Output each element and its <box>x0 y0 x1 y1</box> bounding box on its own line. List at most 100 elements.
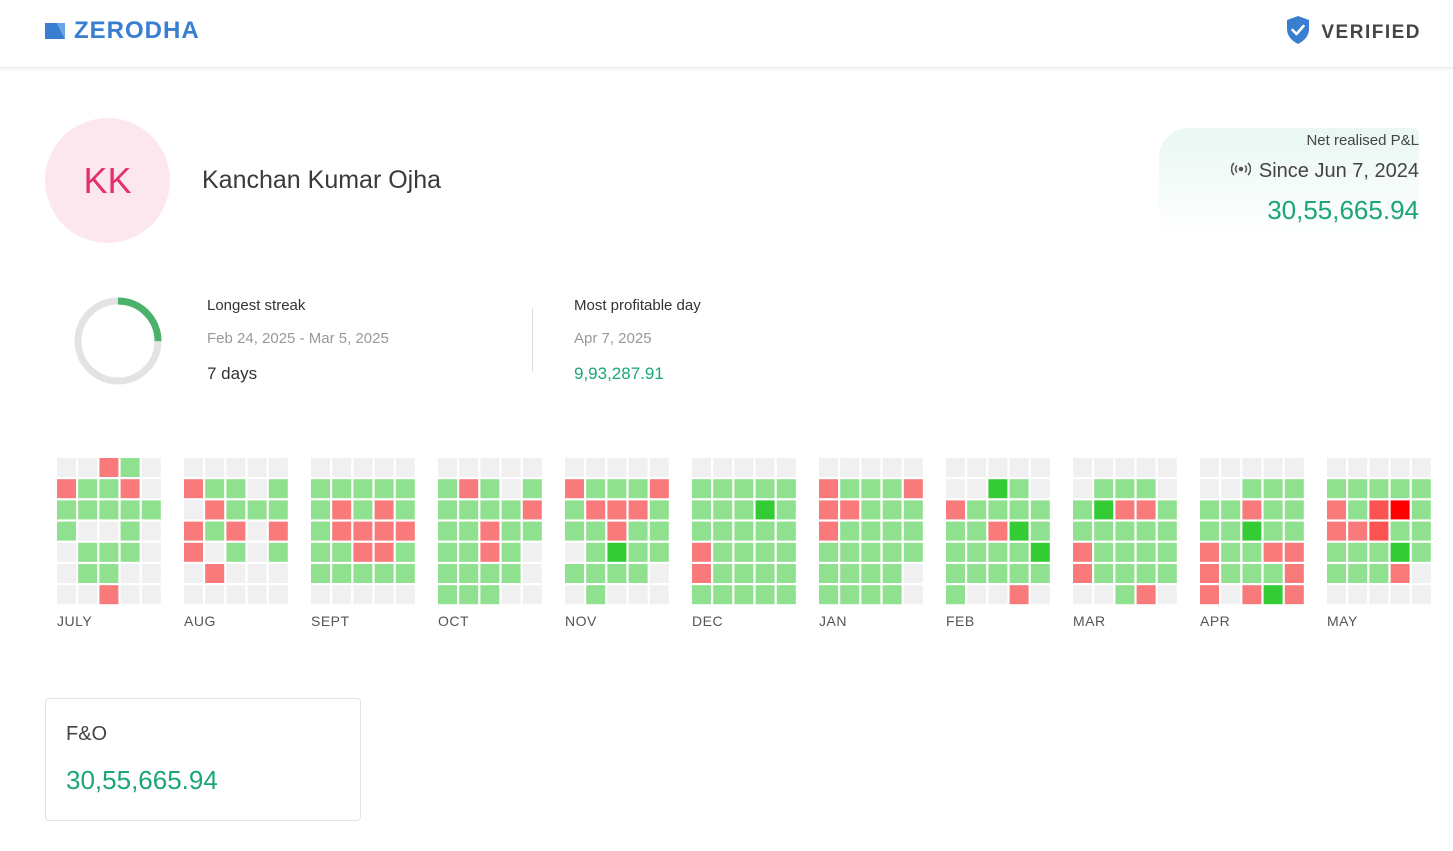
heatmap-day-cell[interactable] <box>565 500 584 520</box>
heatmap-day-cell[interactable] <box>226 564 246 583</box>
heatmap-day-cell[interactable] <box>1009 585 1029 605</box>
heatmap-day-cell[interactable] <box>353 564 373 583</box>
heatmap-day-cell[interactable] <box>1073 500 1092 520</box>
heatmap-day-cell[interactable] <box>480 479 500 499</box>
heatmap-day-cell[interactable] <box>586 500 606 520</box>
heatmap-day-cell[interactable] <box>1115 458 1135 477</box>
heatmap-day-cell[interactable] <box>1348 521 1368 541</box>
heatmap-day-cell[interactable] <box>1263 479 1283 499</box>
heatmap-day-cell[interactable] <box>205 479 225 499</box>
heatmap-day-cell[interactable] <box>713 521 733 541</box>
heatmap-day-cell[interactable] <box>141 479 161 499</box>
heatmap-day-cell[interactable] <box>1136 458 1156 477</box>
heatmap-day-cell[interactable] <box>1369 479 1389 499</box>
heatmap-day-cell[interactable] <box>649 564 669 583</box>
heatmap-day-cell[interactable] <box>1157 458 1177 477</box>
heatmap-day-cell[interactable] <box>755 479 775 499</box>
heatmap-day-cell[interactable] <box>459 500 479 520</box>
heatmap-day-cell[interactable] <box>692 479 711 499</box>
heatmap-day-cell[interactable] <box>946 542 965 562</box>
heatmap-day-cell[interactable] <box>967 500 987 520</box>
heatmap-day-cell[interactable] <box>819 542 838 562</box>
heatmap-day-cell[interactable] <box>480 542 500 562</box>
heatmap-day-cell[interactable] <box>734 500 754 520</box>
heatmap-day-cell[interactable] <box>374 542 394 562</box>
heatmap-day-cell[interactable] <box>57 542 76 562</box>
heatmap-day-cell[interactable] <box>1094 479 1114 499</box>
segment-card-fo[interactable]: F&O 30,55,665.94 <box>45 698 361 821</box>
heatmap-day-cell[interactable] <box>840 542 860 562</box>
heatmap-day-cell[interactable] <box>395 521 415 541</box>
heatmap-day-cell[interactable] <box>480 458 500 477</box>
heatmap-day-cell[interactable] <box>522 479 542 499</box>
heatmap-day-cell[interactable] <box>734 458 754 477</box>
heatmap-day-cell[interactable] <box>882 564 902 583</box>
heatmap-day-cell[interactable] <box>1030 564 1050 583</box>
heatmap-day-cell[interactable] <box>565 458 584 477</box>
heatmap-day-cell[interactable] <box>353 521 373 541</box>
heatmap-day-cell[interactable] <box>967 564 987 583</box>
heatmap-day-cell[interactable] <box>1221 585 1241 605</box>
heatmap-day-cell[interactable] <box>1136 564 1156 583</box>
heatmap-day-cell[interactable] <box>78 585 98 605</box>
heatmap-day-cell[interactable] <box>1094 585 1114 605</box>
heatmap-day-cell[interactable] <box>607 458 627 477</box>
heatmap-day-cell[interactable] <box>1369 564 1389 583</box>
heatmap-day-cell[interactable] <box>226 521 246 541</box>
heatmap-day-cell[interactable] <box>78 500 98 520</box>
heatmap-day-cell[interactable] <box>713 542 733 562</box>
heatmap-day-cell[interactable] <box>1009 500 1029 520</box>
heatmap-day-cell[interactable] <box>734 521 754 541</box>
heatmap-day-cell[interactable] <box>1094 564 1114 583</box>
heatmap-day-cell[interactable] <box>755 500 775 520</box>
heatmap-day-cell[interactable] <box>1348 458 1368 477</box>
heatmap-day-cell[interactable] <box>565 542 584 562</box>
heatmap-day-cell[interactable] <box>840 585 860 605</box>
heatmap-day-cell[interactable] <box>776 564 796 583</box>
heatmap-day-cell[interactable] <box>734 585 754 605</box>
heatmap-day-cell[interactable] <box>459 542 479 562</box>
heatmap-day-cell[interactable] <box>99 585 119 605</box>
heatmap-day-cell[interactable] <box>988 542 1008 562</box>
heatmap-day-cell[interactable] <box>649 479 669 499</box>
heatmap-day-cell[interactable] <box>988 585 1008 605</box>
heatmap-day-cell[interactable] <box>1348 500 1368 520</box>
heatmap-day-cell[interactable] <box>713 458 733 477</box>
heatmap-day-cell[interactable] <box>247 458 267 477</box>
heatmap-day-cell[interactable] <box>1242 542 1262 562</box>
heatmap-day-cell[interactable] <box>522 521 542 541</box>
heatmap-day-cell[interactable] <box>205 542 225 562</box>
heatmap-day-cell[interactable] <box>1094 500 1114 520</box>
heatmap-day-cell[interactable] <box>586 564 606 583</box>
heatmap-day-cell[interactable] <box>967 458 987 477</box>
heatmap-day-cell[interactable] <box>861 500 881 520</box>
heatmap-day-cell[interactable] <box>99 500 119 520</box>
heatmap-day-cell[interactable] <box>1009 521 1029 541</box>
heatmap-day-cell[interactable] <box>776 458 796 477</box>
heatmap-day-cell[interactable] <box>1242 479 1262 499</box>
heatmap-day-cell[interactable] <box>840 500 860 520</box>
heatmap-day-cell[interactable] <box>903 500 923 520</box>
heatmap-day-cell[interactable] <box>332 521 352 541</box>
heatmap-day-cell[interactable] <box>903 458 923 477</box>
heatmap-day-cell[interactable] <box>184 585 203 605</box>
heatmap-day-cell[interactable] <box>268 542 288 562</box>
heatmap-day-cell[interactable] <box>268 521 288 541</box>
heatmap-day-cell[interactable] <box>120 585 140 605</box>
heatmap-day-cell[interactable] <box>78 564 98 583</box>
heatmap-day-cell[interactable] <box>903 585 923 605</box>
heatmap-day-cell[interactable] <box>141 458 161 477</box>
heatmap-day-cell[interactable] <box>1242 585 1262 605</box>
heatmap-day-cell[interactable] <box>649 542 669 562</box>
heatmap-day-cell[interactable] <box>1390 479 1410 499</box>
heatmap-day-cell[interactable] <box>734 564 754 583</box>
heatmap-day-cell[interactable] <box>184 458 203 477</box>
heatmap-day-cell[interactable] <box>882 500 902 520</box>
heatmap-day-cell[interactable] <box>861 542 881 562</box>
heatmap-day-cell[interactable] <box>141 564 161 583</box>
heatmap-day-cell[interactable] <box>374 479 394 499</box>
heatmap-day-cell[interactable] <box>311 458 330 477</box>
heatmap-day-cell[interactable] <box>1200 585 1219 605</box>
heatmap-day-cell[interactable] <box>332 479 352 499</box>
heatmap-day-cell[interactable] <box>1073 521 1092 541</box>
